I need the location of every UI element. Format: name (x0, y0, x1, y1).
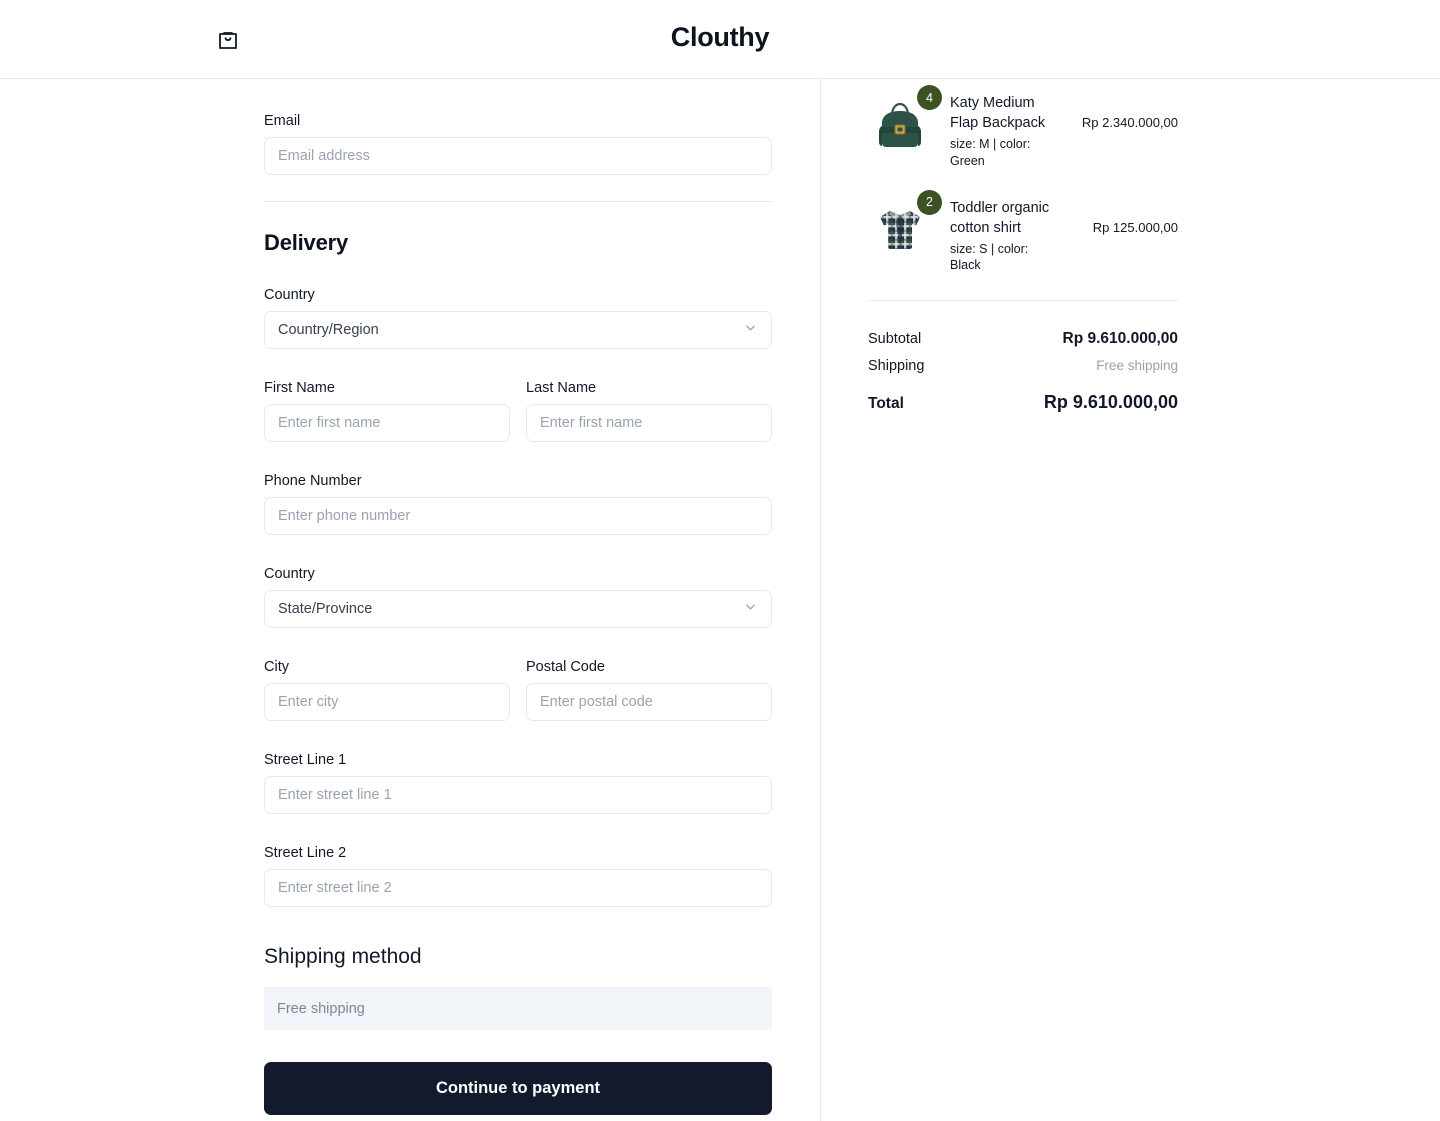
street2-label: Street Line 2 (264, 845, 347, 861)
shipping-option-free[interactable]: Free shipping (264, 987, 772, 1030)
cart-item-price: Rp 125.000,00 (1092, 219, 1178, 235)
street1-input[interactable] (264, 776, 772, 814)
state-select[interactable]: State/Province (264, 590, 772, 628)
subtotal-value: Rp 9.610.000,00 (1062, 330, 1178, 347)
name-row: First Name Last Name (264, 380, 772, 442)
city-input[interactable] (264, 683, 510, 721)
last-name-label: Last Name (526, 380, 597, 396)
country-select-value: Country/Region (278, 322, 379, 338)
order-summary: 4 Katy Medium Flap Backpack size: M | co… (868, 79, 1178, 423)
city-postal-row: City Postal Code (264, 659, 772, 721)
country-select[interactable]: Country/Region (264, 311, 772, 349)
total-row: Total Rp 9.610.000,00 (868, 392, 1178, 413)
column-divider (820, 79, 821, 1121)
shipping-label: Shipping (868, 358, 925, 374)
cart-item: 2 Toddler organic cotton shirt size: S |… (868, 189, 1178, 275)
country-label: Country (264, 287, 315, 303)
email-section: Email (264, 113, 772, 175)
shipping-row: Shipping Free shipping (868, 358, 1178, 374)
cart-item: 4 Katy Medium Flap Backpack size: M | co… (868, 85, 1178, 170)
phone-label: Phone Number (264, 473, 362, 489)
last-name-input[interactable] (526, 404, 772, 442)
first-name-input[interactable] (264, 404, 510, 442)
email-divider (264, 201, 772, 202)
continue-to-payment-button[interactable]: Continue to payment (264, 1062, 772, 1115)
site-header: Clouthy (0, 0, 1440, 79)
postal-code-label: Postal Code (526, 659, 605, 675)
checkout-page: Clouthy Email Delivery Country Country/R… (0, 0, 1440, 1121)
cart-item-qty-badge: 4 (917, 85, 942, 110)
state-section: Country State/Province (264, 566, 772, 628)
summary-divider (868, 300, 1178, 301)
cart-item-title: Katy Medium Flap Backpack (950, 95, 1046, 131)
checkout-body: Email Delivery Country Country/Region Fi… (0, 79, 1440, 1121)
email-label: Email (264, 113, 301, 129)
shipping-value: Free shipping (1096, 358, 1178, 373)
cart-item-details: Katy Medium Flap Backpack size: M | colo… (950, 93, 1050, 170)
street1-section: Street Line 1 (264, 752, 772, 814)
street2-section: Street Line 2 (264, 845, 772, 907)
street2-input[interactable] (264, 869, 772, 907)
totals-block: Subtotal Rp 9.610.000,00 Shipping Free s… (868, 330, 1178, 413)
cart-item-thumb-wrap: 2 (868, 189, 942, 262)
state-select-value: State/Province (278, 601, 373, 617)
subtotal-row: Subtotal Rp 9.610.000,00 (868, 330, 1178, 348)
country-section: Country Country/Region (264, 287, 772, 349)
postal-code-input[interactable] (526, 683, 772, 721)
phone-input[interactable] (264, 497, 772, 535)
chevron-down-icon (743, 321, 758, 340)
cart-item-thumb-wrap: 4 (868, 85, 942, 157)
shipping-option-label: Free shipping (277, 1000, 365, 1017)
total-label: Total (868, 395, 904, 412)
city-section: City (264, 659, 510, 721)
cart-item-price: Rp 2.340.000,00 (1081, 115, 1178, 130)
last-name-section: Last Name (526, 380, 772, 442)
state-label: Country (264, 566, 315, 582)
checkout-form: Email Delivery Country Country/Region Fi… (264, 79, 772, 1115)
email-input[interactable] (264, 137, 772, 175)
total-value: Rp 9.610.000,00 (1043, 392, 1178, 412)
cart-item-title: Toddler organic cotton shirt (950, 199, 1050, 236)
first-name-label: First Name (264, 380, 335, 396)
cart-item-variant: size: M | color: Green (950, 137, 1031, 168)
subtotal-label: Subtotal (868, 331, 922, 347)
street1-label: Street Line 1 (264, 752, 347, 768)
delivery-heading: Delivery (264, 230, 349, 255)
chevron-down-icon (743, 600, 758, 619)
cart-item-details: Toddler organic cotton shirt size: S | c… (950, 198, 1050, 275)
shipping-method-heading: Shipping method (264, 945, 422, 968)
cart-item-variant: size: S | color: Black (950, 241, 1029, 273)
phone-section: Phone Number (264, 473, 772, 535)
cart-item-qty-badge: 2 (917, 189, 942, 215)
postal-code-section: Postal Code (526, 659, 772, 721)
first-name-section: First Name (264, 380, 510, 442)
brand-title: Clouthy (670, 22, 770, 52)
city-label: City (264, 659, 289, 675)
